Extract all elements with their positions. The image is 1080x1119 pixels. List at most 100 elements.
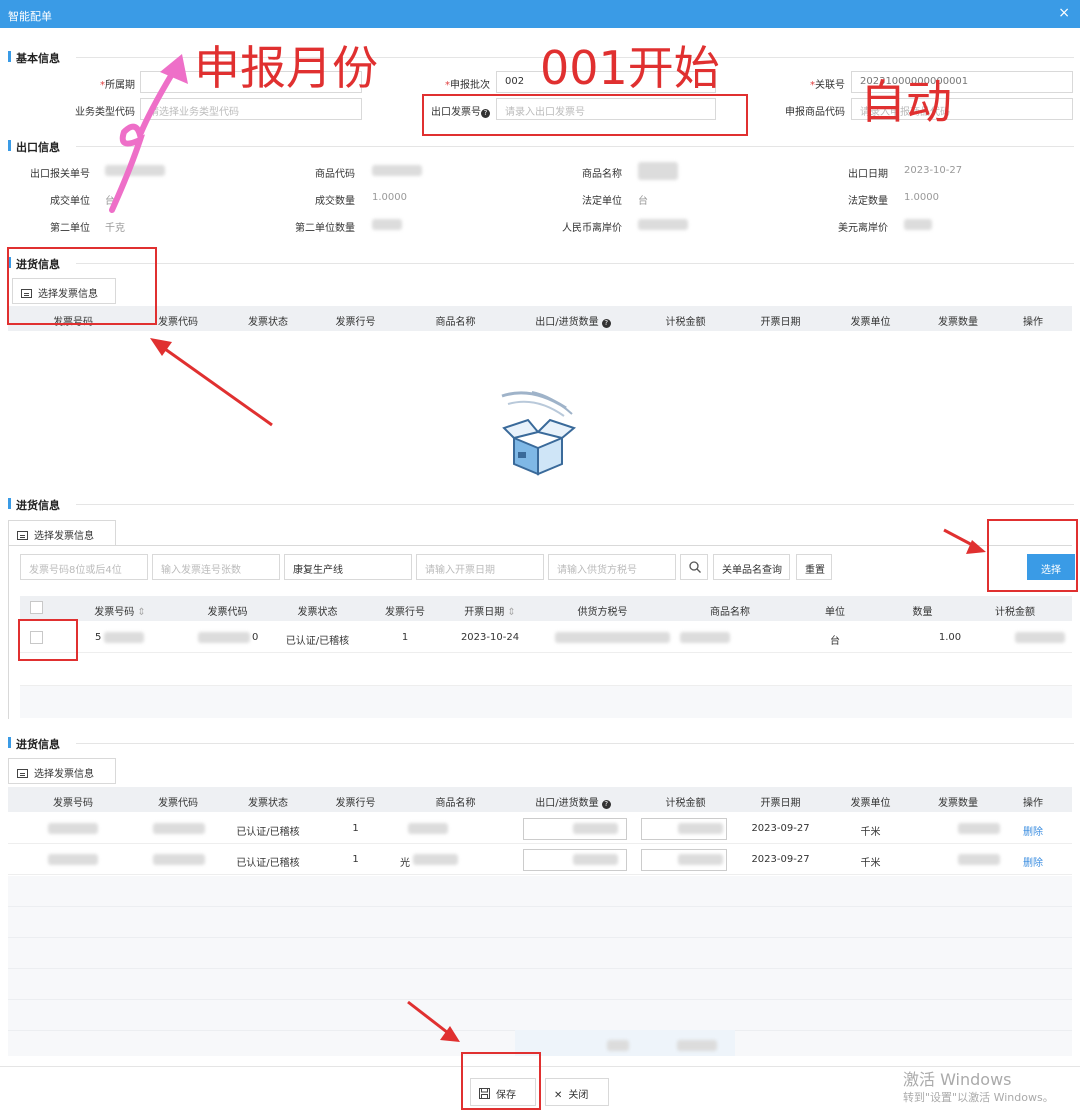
section-export-title: 出口信息: [8, 139, 60, 155]
table-row: 已认证/已稽核 1 2023-09-27 千米 删除: [8, 813, 1072, 844]
select-invoice-button-2[interactable]: 选择发票信息: [8, 758, 116, 784]
blur-mask: [153, 823, 205, 834]
annotation-box-select: [987, 519, 1078, 592]
blur-mask: [48, 854, 98, 865]
empty-box-icon: [501, 391, 577, 476]
delete-link[interactable]: 删除: [1003, 854, 1063, 869]
cell-qty: 1.00: [938, 632, 962, 643]
second-unit-value: 千克: [105, 223, 125, 234]
export-date-value: 2023-10-27: [904, 165, 963, 176]
annotation-auto: 自动: [860, 75, 952, 129]
col-goods-name: 商品名称: [710, 607, 750, 618]
goods-code-value: [372, 165, 422, 176]
blur-mask: [678, 854, 723, 865]
divider: [76, 263, 1074, 264]
purchase-2-header: 发票号码 ⇕ 发票代码 发票状态 发票行号 开票日期 ⇕ 供货方税号 商品名称 …: [20, 596, 1072, 621]
second-unit-label: 第二单位: [50, 223, 90, 234]
table-empty-rows: [8, 876, 1072, 1056]
col-invoice-line: 发票行号: [335, 798, 376, 809]
filter-count-input[interactable]: 输入发票连号张数: [152, 554, 280, 580]
cell-line: 1: [352, 823, 359, 834]
close-icon[interactable]: ×: [1058, 5, 1070, 21]
delete-link[interactable]: 删除: [1003, 823, 1063, 838]
blur-mask: [555, 632, 670, 643]
annotation-box-checkbox: [18, 619, 78, 661]
blur-mask: [1015, 632, 1065, 643]
filter-tax-input[interactable]: 请输入供货方税号: [548, 554, 676, 580]
purchase-3-header: 发票号码 发票代码 发票状态 发票行号 商品名称 出口/进货数量 ? 计税金额 …: [8, 787, 1072, 812]
customs-no-label: 出口报关单号: [30, 169, 90, 180]
col-invoice-date: 开票日期: [760, 798, 801, 809]
tab-select-invoice[interactable]: 选择发票信息: [8, 520, 116, 546]
deal-unit-value: 台: [105, 196, 115, 207]
filter-date-input[interactable]: 请输入开票日期: [416, 554, 544, 580]
window-titlebar: 智能配单 ×: [0, 0, 1080, 28]
goods-code-label: 申报商品代码: [785, 107, 845, 118]
legal-unit-label: 法定单位: [582, 196, 622, 207]
cell-line: 1: [352, 854, 359, 865]
blur-mask: [958, 854, 1000, 865]
blur-mask: [198, 632, 250, 643]
cell-date: 2023-10-24: [460, 632, 520, 643]
annotation-box-purchase-1: [7, 247, 157, 325]
cell-date: 2023-09-27: [751, 823, 810, 834]
col-invoice-unit: 发票单位: [850, 317, 891, 328]
filter-invoice-input[interactable]: 发票号码8位或后4位: [20, 554, 148, 580]
col-tax-amount: 计税金额: [665, 317, 706, 328]
search-icon: [689, 561, 701, 573]
deal-qty-label: 成交数量: [315, 196, 355, 207]
col-unit: 单位: [825, 607, 845, 618]
col-qty: 数量: [912, 607, 933, 618]
query-name-button[interactable]: 关单品名查询: [713, 554, 790, 580]
cell-unit: 千米: [860, 858, 881, 869]
reset-button[interactable]: 重置: [796, 554, 832, 580]
tab-underline: [8, 545, 1072, 546]
close-button[interactable]: ✕ 关闭: [545, 1078, 609, 1106]
col-invoice-unit: 发票单位: [850, 798, 891, 809]
search-button[interactable]: [680, 554, 708, 580]
table-row: 已认证/已稽核 1 光 2023-09-27 千米 删除: [8, 844, 1072, 875]
col-invoice-date: 开票日期 ⇕: [464, 607, 516, 618]
goods-name-value: [638, 162, 678, 180]
table-row[interactable]: 5 0 已认证/已稽核 1 2023-10-24 台 1.00: [20, 622, 1072, 653]
rmb-price-value: [638, 219, 688, 230]
customs-no-value: [105, 165, 165, 176]
window-title: 智能配单: [8, 10, 52, 23]
blur-mask: [104, 632, 144, 643]
annotation-box-save: [461, 1052, 541, 1110]
filter-line-input[interactable]: 康复生产线: [284, 554, 412, 580]
col-qty: 出口/进货数量 ?: [518, 794, 628, 809]
annotation-start: 001开始: [540, 41, 720, 95]
list-icon: [17, 769, 28, 778]
annotation-box-export-invoice: [422, 94, 748, 136]
col-invoice-line: 发票行号: [385, 607, 425, 618]
period-label: *所属期: [100, 80, 135, 91]
biz-type-label: 业务类型代码: [75, 107, 135, 118]
col-qty: 出口/进货数量 ?: [518, 313, 628, 328]
blur-mask: [413, 854, 458, 865]
legal-qty-value: 1.0000: [904, 192, 939, 203]
goods-code-label-2: 商品代码: [315, 169, 355, 180]
link-label: *关联号: [810, 80, 845, 91]
biz-type-input[interactable]: 请选择业务类型代码: [140, 98, 362, 120]
section-purchase-2-title: 进货信息: [8, 497, 60, 513]
select-all-checkbox[interactable]: [30, 601, 43, 614]
blur-mask: [408, 823, 448, 834]
second-qty-label: 第二单位数量: [295, 223, 355, 234]
blur-mask: [48, 823, 98, 834]
col-supplier-tax: 供货方税号: [577, 607, 628, 618]
blur-mask: [678, 823, 723, 834]
col-operation: 操作: [1023, 317, 1043, 328]
blur-mask: [573, 854, 618, 865]
usd-price-value: [904, 219, 932, 230]
blur-mask: [153, 854, 205, 865]
cell-status: 已认证/已稽核: [236, 827, 300, 838]
col-invoice-code: 发票代码: [207, 607, 248, 618]
col-invoice-no: 发票号码 ⇕: [94, 607, 146, 618]
col-goods-name: 商品名称: [435, 798, 476, 809]
deal-qty-value: 1.0000: [372, 192, 407, 203]
cell-date: 2023-09-27: [751, 854, 810, 865]
col-invoice-line: 发票行号: [335, 317, 376, 328]
blur-mask: [607, 1040, 629, 1051]
cell-invoice-code: 0: [252, 632, 259, 643]
